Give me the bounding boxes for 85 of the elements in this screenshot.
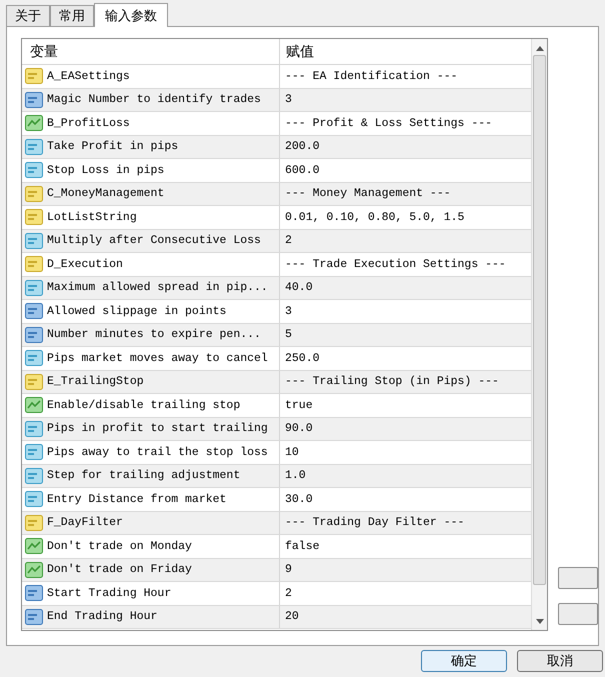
column-header[interactable]: 赋值 xyxy=(280,39,531,64)
variable-value: 200.0 xyxy=(285,139,320,156)
variable-name: A_EASettings xyxy=(47,68,130,85)
variable-value: --- Money Management --- xyxy=(285,186,451,202)
variable-type-icon xyxy=(25,186,43,202)
variable-type-icon xyxy=(25,374,43,390)
variable-type-icon xyxy=(25,280,43,296)
variable-name: Pips market moves away to cancel xyxy=(47,350,268,367)
variable-value: 40.0 xyxy=(285,280,313,296)
variable-name: Number minutes to expire pen... xyxy=(47,327,261,344)
variable-value: --- EA Identification --- xyxy=(285,68,458,85)
variable-value: 5 xyxy=(285,327,292,344)
variable-type-icon xyxy=(25,232,43,249)
variable-type-icon xyxy=(25,420,43,437)
scrollbar[interactable] xyxy=(531,39,547,630)
variable-type-icon xyxy=(25,468,43,484)
variable-value: 10 xyxy=(285,444,299,461)
variable-type-icon xyxy=(25,209,43,226)
variable-type-icon xyxy=(25,256,43,272)
variable-type-icon xyxy=(25,608,43,625)
variable-name: Don't trade on Friday xyxy=(47,562,192,578)
variable-value: 2 xyxy=(285,233,292,250)
variable-name: Entry Distance from market xyxy=(47,492,226,508)
side-button[interactable] xyxy=(558,603,598,625)
variable-type-icon xyxy=(25,491,43,508)
variable-name: Allowed slippage in points xyxy=(47,304,226,320)
variable-value: 9 xyxy=(285,562,292,578)
dialog-button[interactable]: 确定 xyxy=(421,650,507,672)
variable-name: Stop Loss in pips xyxy=(47,162,164,179)
variable-name: Take Profit in pips xyxy=(47,139,178,156)
variable-type-icon xyxy=(25,138,43,155)
variable-name: F_DayFilter xyxy=(47,515,123,532)
variable-type-icon xyxy=(25,92,43,108)
variable-value: 2 xyxy=(285,586,292,602)
variable-value: 250.0 xyxy=(285,350,320,367)
variable-value: 1.0 xyxy=(285,468,306,484)
variable-type-icon xyxy=(25,303,43,320)
variable-name: Pips away to trail the stop loss xyxy=(47,444,268,461)
variable-type-icon xyxy=(25,115,43,132)
variable-type-icon xyxy=(25,397,43,414)
variable-name: E_TrailingStop xyxy=(47,374,144,390)
dialog-button[interactable]: 取消 xyxy=(517,650,603,672)
column-header[interactable]: 变量 xyxy=(22,39,280,64)
variable-value: false xyxy=(285,538,320,555)
variable-value: 30.0 xyxy=(285,492,313,508)
variable-name: Start Trading Hour xyxy=(47,586,172,602)
variable-type-icon xyxy=(25,326,43,343)
variable-type-icon xyxy=(25,562,43,578)
variable-name: D_Execution xyxy=(47,256,123,273)
variable-value: --- Trading Day Filter --- xyxy=(285,515,464,532)
tab[interactable]: 常用 xyxy=(50,5,94,26)
variable-value: 0.01, 0.10, 0.80, 5.0, 1.5 xyxy=(285,210,464,226)
variable-value: 90.0 xyxy=(285,421,313,438)
variable-value: --- Trailing Stop (in Pips) --- xyxy=(285,374,499,390)
variable-value: 600.0 xyxy=(285,162,320,179)
variable-type-icon xyxy=(25,585,43,602)
variable-value: 3 xyxy=(285,304,292,320)
variable-value: --- Trade Execution Settings --- xyxy=(285,256,506,273)
variable-name: Pips in profit to start trailing xyxy=(47,421,268,438)
variable-type-icon xyxy=(25,68,43,84)
tab[interactable]: 输入参数 xyxy=(94,3,168,27)
variable-name: B_ProfitLoss xyxy=(47,116,130,132)
variable-name: Don't trade on Monday xyxy=(47,538,192,555)
variable-name: Magic Number to identify trades xyxy=(47,92,261,108)
scroll-up-icon[interactable] xyxy=(536,46,544,51)
scrollbar-thumb[interactable] xyxy=(533,55,546,585)
variable-name: Multiply after Consecutive Loss xyxy=(47,233,261,250)
variable-name: Enable/disable trailing stop xyxy=(47,398,240,414)
variable-value: 3 xyxy=(285,92,292,108)
variable-type-icon xyxy=(25,538,43,554)
variable-type-icon xyxy=(25,350,43,366)
variable-type-icon xyxy=(25,444,43,460)
variable-type-icon xyxy=(25,162,43,178)
variable-value: --- Profit & Loss Settings --- xyxy=(285,116,492,132)
variable-name: C_MoneyManagement xyxy=(47,186,164,202)
variable-name: End Trading Hour xyxy=(47,609,158,626)
scroll-down-icon[interactable] xyxy=(536,619,544,624)
variable-value: 20 xyxy=(285,609,299,626)
variable-value: true xyxy=(285,398,313,414)
tab[interactable]: 关于 xyxy=(6,5,50,26)
variable-name: Step for trailing adjustment xyxy=(47,468,240,484)
variable-type-icon xyxy=(25,514,43,531)
side-button[interactable] xyxy=(558,567,598,589)
variable-name: Maximum allowed spread in pip... xyxy=(47,280,268,296)
variable-name: LotListString xyxy=(47,210,137,226)
